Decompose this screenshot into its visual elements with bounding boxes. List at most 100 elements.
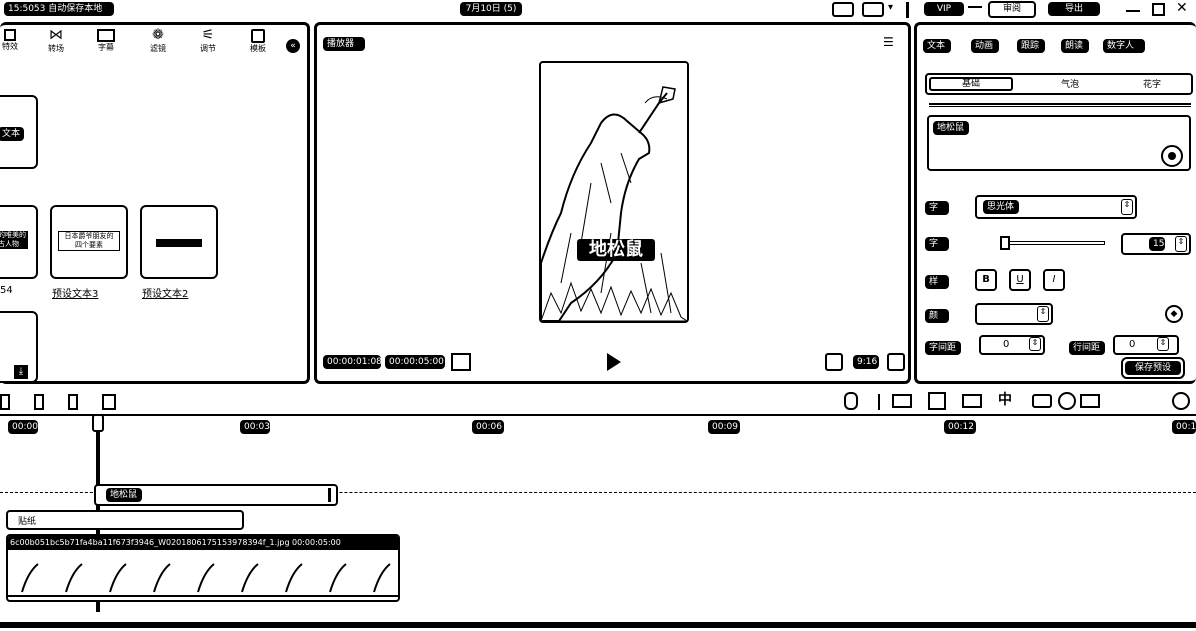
play-icon[interactable]: [607, 353, 621, 371]
keyboard-icon[interactable]: [832, 2, 854, 17]
tool-adjust[interactable]: ⚟ 调节: [194, 27, 222, 63]
chevron-down-icon[interactable]: ▾: [888, 2, 900, 17]
snap-icon[interactable]: 中: [998, 392, 1018, 410]
maximize-icon[interactable]: [1152, 3, 1165, 16]
tool-filters[interactable]: ❁ 滤镜: [144, 27, 172, 63]
split-right-icon[interactable]: [68, 394, 78, 410]
sticker-clip[interactable]: 贴纸: [6, 510, 244, 530]
preset-card-4-bar: [156, 239, 202, 247]
export-label: 导出: [1064, 4, 1083, 14]
timeline-settings-icon[interactable]: [1172, 392, 1190, 410]
filters-icon: ❁: [152, 27, 164, 43]
effects-icon: [4, 29, 16, 41]
tool-templates-label: 模板: [250, 44, 266, 53]
fullscreen-icon[interactable]: [887, 353, 905, 371]
size-slider-handle[interactable]: [1000, 236, 1010, 250]
preset-card-3[interactable]: 日本爵爷朋友的 四个要素: [50, 205, 128, 279]
zoom-slider-icon[interactable]: [1058, 392, 1076, 410]
stepper-arrows-icon[interactable]: ⇕: [1029, 337, 1041, 351]
size-value: 15: [1149, 237, 1165, 251]
divider: [906, 2, 909, 18]
player-menu-icon[interactable]: ☰: [883, 35, 897, 49]
bold-button[interactable]: B: [975, 269, 997, 291]
project-title[interactable]: 7月10日 (5): [460, 2, 522, 16]
font-select[interactable]: 思光体 ⇕: [975, 195, 1137, 219]
track-main-icon[interactable]: [892, 394, 912, 408]
tool-captions-label: 字幕: [98, 43, 114, 52]
time-total: 00:00:05:00: [385, 355, 445, 369]
close-icon[interactable]: ✕: [1176, 0, 1188, 16]
size-slider[interactable]: [1000, 236, 1105, 250]
tab-read[interactable]: 朗读: [1061, 39, 1089, 53]
microphone-icon[interactable]: [844, 392, 858, 410]
ruler-tick-3: 00:03: [240, 420, 270, 434]
stepper-arrows-icon[interactable]: ⇕: [1157, 337, 1169, 351]
save-preset-button[interactable]: 保存预设: [1121, 357, 1185, 379]
preset-card-3-text: 日本爵爷朋友的 四个要素: [58, 231, 120, 251]
preset-card-4[interactable]: [140, 205, 218, 279]
italic-button[interactable]: I: [1043, 269, 1065, 291]
autosave-status: 15:5053 自动保存本地: [4, 2, 114, 16]
video-clip[interactable]: 6c00b051bc5b71fa4ba11f673f3946_W02018061…: [6, 534, 400, 602]
ratio-button[interactable]: 9:16: [853, 355, 879, 369]
color-picker-icon[interactable]: [1161, 145, 1183, 167]
zoom-in-icon[interactable]: [1080, 394, 1100, 408]
fit-icon[interactable]: [825, 353, 843, 371]
timeline-bottom-border: [0, 622, 1196, 628]
text-input[interactable]: 地松鼠: [927, 115, 1191, 171]
left-panel: 特效 ⋈ 转场 字幕 ❁ 滤镜 ⚟ 调节 模板 « 文本 的唯美的 古人物 54…: [0, 22, 310, 384]
video-caption: 地松鼠: [577, 239, 655, 261]
preview-axis-icon[interactable]: [962, 394, 982, 408]
timeline-ruler[interactable]: 00:00 00:03 00:06 00:09 00:12 00:15: [0, 418, 1196, 436]
preset-card-1-text: 文本: [0, 127, 24, 141]
split-left-icon[interactable]: [0, 394, 10, 410]
minimize-icon[interactable]: [1126, 10, 1140, 12]
tab-animation[interactable]: 动画: [971, 39, 999, 53]
clip-handle-right[interactable]: [328, 488, 331, 502]
underline-button[interactable]: U: [1009, 269, 1031, 291]
delete-icon[interactable]: [102, 394, 116, 410]
subtab-basic[interactable]: 基础: [929, 77, 1013, 91]
collapse-icon[interactable]: «: [286, 39, 300, 53]
style-label: 样式: [925, 275, 949, 301]
tab-text[interactable]: 文本: [923, 39, 951, 53]
review-button[interactable]: 审阅: [988, 1, 1036, 18]
zoom-out-icon[interactable]: [1032, 394, 1052, 408]
tab-digital-human[interactable]: 数字人: [1103, 39, 1145, 53]
right-tabs: 文本 动画 跟踪 朗读 数字人: [923, 39, 1193, 55]
video-preview[interactable]: 地松鼠: [539, 61, 689, 323]
char-spacing-stepper[interactable]: 0 ⇕: [979, 335, 1045, 355]
save-preset-label: 保存预设: [1125, 361, 1181, 375]
chevron-down-icon: ⇕: [1121, 199, 1133, 215]
vip-button[interactable]: VIP: [924, 2, 964, 16]
timeline-list-icon[interactable]: [451, 353, 471, 371]
download-icon[interactable]: ⤓: [14, 365, 28, 379]
layout-icon[interactable]: [862, 2, 884, 17]
tool-templates[interactable]: 模板: [244, 27, 272, 63]
preset-card-1[interactable]: 文本: [0, 95, 38, 169]
transition-icon: ⋈: [49, 27, 63, 43]
vip-label: VIP: [936, 4, 952, 14]
track-link-icon[interactable]: [928, 392, 946, 410]
export-button[interactable]: 导出: [1048, 2, 1100, 16]
preset-card-5[interactable]: ⤓: [0, 311, 38, 383]
keyframe-icon[interactable]: ◆: [1165, 305, 1183, 323]
size-stepper[interactable]: 15 ⇕: [1121, 233, 1191, 255]
playhead-handle[interactable]: [92, 414, 104, 432]
preset-card-2-label: 54: [0, 285, 13, 296]
line-spacing-stepper[interactable]: 0 ⇕: [1113, 335, 1179, 355]
divider: [929, 103, 1191, 107]
preset-card-2[interactable]: 的唯美的 古人物: [0, 205, 38, 279]
tab-tracking[interactable]: 跟踪: [1017, 39, 1045, 53]
tool-transition[interactable]: ⋈ 转场: [42, 27, 70, 63]
color-select[interactable]: ⇕: [975, 303, 1053, 325]
tool-effects[interactable]: 特效: [0, 27, 20, 63]
text-clip[interactable]: 地松鼠: [94, 484, 338, 506]
line-spacing-value: 0: [1129, 339, 1136, 350]
tool-captions[interactable]: 字幕: [92, 27, 120, 63]
subtab-bubble[interactable]: 气泡: [1055, 77, 1085, 91]
font-label: 字体: [925, 201, 949, 227]
stepper-arrows-icon[interactable]: ⇕: [1175, 236, 1187, 252]
split-icon[interactable]: [34, 394, 44, 410]
subtab-fancy[interactable]: 花字: [1137, 77, 1167, 91]
